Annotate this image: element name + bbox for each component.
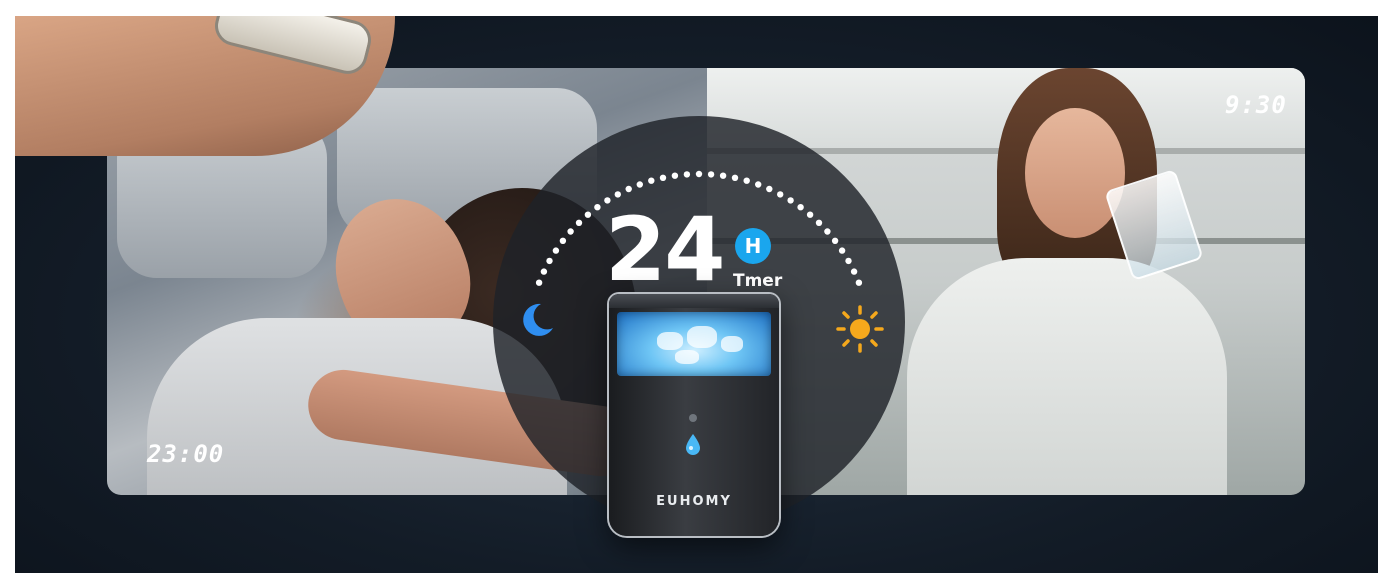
arc-dot: [648, 177, 655, 184]
arc-dot: [806, 211, 814, 218]
sensor-dot: [689, 414, 697, 422]
hour-unit-badge: H: [735, 228, 771, 264]
arc-dot: [625, 185, 632, 193]
arc-dot: [855, 279, 863, 286]
day-time-label: 9:30: [1225, 91, 1287, 119]
arc-dot: [535, 279, 543, 286]
arc-dot: [777, 191, 784, 198]
arc-dot: [838, 247, 846, 254]
ice-chunk: [687, 326, 717, 348]
arc-dot: [824, 228, 831, 235]
arc-dot: [695, 170, 703, 178]
arc-dot: [731, 174, 739, 181]
product-banner: 23:00 9:30 24 H Tmer EUHOMY: [15, 16, 1378, 573]
drinker-body: [907, 258, 1227, 495]
ice-chunk: [675, 350, 699, 364]
sun-icon: [836, 305, 884, 353]
arc-dot: [787, 197, 794, 204]
arc-dot: [797, 204, 804, 211]
timer-hours: 24: [605, 198, 725, 301]
arc-dot: [831, 237, 839, 244]
ice-chunk: [657, 332, 683, 350]
drinker-face: [1025, 108, 1125, 238]
ice-chunk: [721, 336, 743, 352]
arc-dot: [850, 268, 858, 275]
arc-dot: [552, 247, 560, 254]
arc-dot: [719, 172, 727, 179]
arc-dot: [845, 257, 852, 265]
ice-maker: EUHOMY: [609, 294, 779, 536]
arc-dot: [594, 204, 601, 211]
arc-dot: [671, 172, 679, 179]
water-drop-icon: [686, 434, 700, 455]
timer-label: Tmer: [733, 271, 783, 291]
ice-window: [617, 312, 771, 376]
night-time-label: 23:00: [147, 440, 225, 468]
arc-dot: [584, 211, 592, 218]
arc-dot: [546, 257, 553, 265]
arc-dot: [815, 219, 823, 226]
arc-dot: [707, 171, 715, 178]
arc-dot: [683, 171, 691, 178]
arc-dot: [614, 191, 621, 198]
arc-dot: [575, 219, 583, 226]
arc-dot: [659, 174, 667, 181]
arc-dot: [755, 181, 762, 188]
arc-dot: [567, 228, 574, 235]
brand-logo: EUHOMY: [656, 494, 732, 509]
moon-icon: [523, 303, 553, 336]
arc-dot: [766, 185, 773, 193]
arc-dot: [636, 181, 643, 188]
arc-dot: [540, 268, 548, 275]
arc-dot: [559, 237, 567, 244]
ice-maker-lid: [609, 294, 779, 308]
arc-dot: [743, 177, 750, 184]
